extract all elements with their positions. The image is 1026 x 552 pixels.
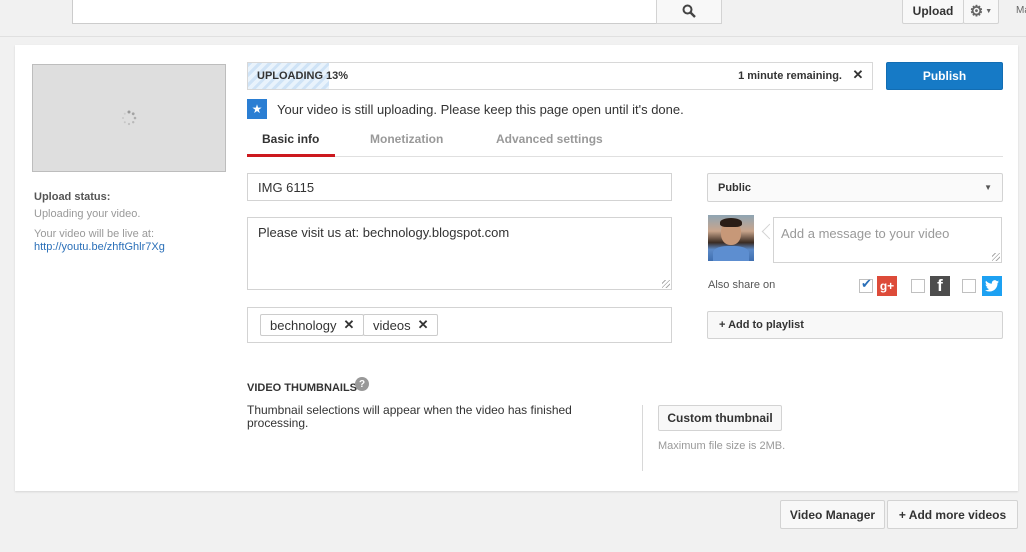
search-icon (682, 4, 696, 18)
progress-label: UPLOADING 13% (257, 70, 349, 82)
tags-field[interactable]: bechnology ✕ videos ✕ (247, 307, 672, 343)
upload-status-title: Upload status: (34, 191, 111, 203)
tag-chip: videos ✕ (363, 314, 439, 336)
resize-handle[interactable] (992, 253, 1000, 261)
share-message-field[interactable]: Add a message to your video (773, 217, 1002, 263)
chevron-down-icon: ▼ (985, 7, 993, 15)
gear-icon: ⚙ (969, 3, 984, 20)
star-icon: ★ (247, 99, 267, 119)
tag-label: bechnology (270, 317, 337, 333)
google-plus-icon: g+ (877, 276, 897, 296)
thumbnails-message: Thumbnail selections will appear when th… (247, 403, 572, 430)
account-name[interactable]: Ma (1016, 5, 1026, 16)
also-share-label: Also share on (708, 279, 776, 291)
search-button[interactable] (656, 0, 722, 24)
avatar (708, 215, 754, 261)
tag-label: videos (373, 317, 411, 333)
custom-thumbnail-button[interactable]: Custom thumbnail (658, 405, 782, 431)
tag-chip: bechnology ✕ (260, 314, 365, 336)
add-more-videos-button[interactable]: + Add more videos (887, 500, 1018, 529)
live-url-label: Your video will be live at: (34, 228, 155, 240)
privacy-value: Public (718, 181, 752, 194)
upload-notice: Your video is still uploading. Please ke… (277, 102, 684, 117)
upload-status-text: Uploading your video. (34, 208, 141, 220)
privacy-select[interactable]: Public ▼ (707, 173, 1003, 202)
title-field[interactable]: IMG 6115 (247, 173, 672, 201)
video-manager-button[interactable]: Video Manager (780, 500, 885, 529)
avatar-shirt (713, 246, 749, 261)
remove-tag-icon[interactable]: ✕ (418, 317, 429, 333)
twitter-icon (982, 276, 1002, 296)
twitter-checkbox[interactable] (962, 279, 976, 293)
time-remaining: 1 minute remaining. (738, 70, 842, 82)
max-file-size-note: Maximum file size is 2MB. (658, 440, 786, 452)
video-thumbnail-placeholder (32, 64, 226, 172)
facebook-icon: f (930, 276, 950, 296)
publish-button[interactable]: Publish (886, 62, 1003, 90)
video-thumbnails-heading: VIDEO THUMBNAILS (247, 382, 357, 394)
upload-progress-bar: UPLOADING 13% 1 minute remaining. ✕ (247, 62, 873, 90)
upload-button[interactable]: Upload (902, 0, 964, 24)
help-icon[interactable]: ? (355, 377, 369, 391)
resize-handle[interactable] (662, 280, 670, 288)
active-tab-indicator (247, 154, 335, 157)
description-field[interactable]: Please visit us at: bechnology.blogspot.… (247, 217, 672, 290)
settings-button[interactable]: ⚙ ▼ (963, 0, 999, 24)
search-input[interactable] (72, 0, 656, 24)
remove-tag-icon[interactable]: ✕ (344, 317, 355, 333)
tabs-divider (247, 156, 1003, 157)
live-url-link[interactable]: http://youtu.be/zhftGhlr7Xg (34, 241, 165, 253)
chevron-down-icon: ▼ (984, 183, 992, 192)
close-icon[interactable]: ✕ (851, 67, 865, 82)
google-plus-checkbox[interactable] (859, 276, 873, 293)
tab-basic-info[interactable]: Basic info (262, 132, 319, 146)
vertical-divider (642, 405, 643, 471)
description-text: Please visit us at: bechnology.blogspot.… (258, 225, 510, 240)
avatar-hair (720, 218, 742, 227)
add-to-playlist-button[interactable]: + Add to playlist (707, 311, 1003, 339)
facebook-checkbox[interactable] (911, 279, 925, 293)
tab-advanced-settings[interactable]: Advanced settings (496, 132, 603, 146)
loading-spinner-icon (122, 110, 137, 126)
tab-monetization[interactable]: Monetization (370, 132, 443, 146)
